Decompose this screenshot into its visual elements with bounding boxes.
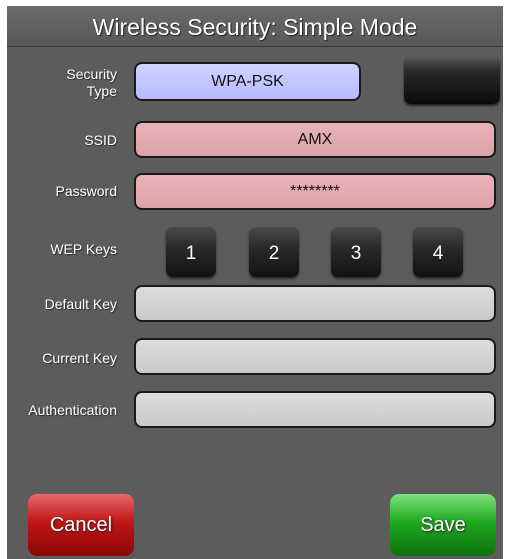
security-type-label-line2: Type: [86, 83, 117, 99]
security-type-field[interactable]: WPA-PSK: [134, 62, 361, 101]
cancel-button[interactable]: Cancel: [28, 494, 134, 556]
current-key-label: Current Key: [42, 350, 117, 366]
security-type-label-line1: Security: [66, 66, 117, 82]
authentication-label: Authentication: [28, 402, 117, 418]
ssid-label: SSID: [84, 132, 117, 148]
wep-key-1-button[interactable]: 1: [166, 227, 216, 277]
ssid-field[interactable]: AMX: [134, 121, 496, 158]
password-field[interactable]: ********: [134, 173, 496, 210]
authentication-field[interactable]: [134, 391, 496, 428]
password-label: Password: [55, 183, 117, 199]
page-title: Wireless Security: Simple Mode: [7, 6, 503, 47]
security-type-select-button[interactable]: [404, 56, 500, 104]
current-key-field[interactable]: [134, 338, 496, 375]
wep-key-2-button[interactable]: 2: [249, 227, 299, 277]
save-button[interactable]: Save: [390, 494, 496, 556]
security-type-label: Security Type: [7, 66, 117, 100]
wireless-security-panel: Wireless Security: Simple Mode Security …: [7, 6, 503, 559]
wep-key-3-button[interactable]: 3: [331, 227, 381, 277]
default-key-label: Default Key: [44, 296, 117, 312]
wep-keys-label: WEP Keys: [50, 241, 117, 257]
default-key-field[interactable]: [134, 285, 496, 322]
wep-key-4-button[interactable]: 4: [413, 227, 463, 277]
